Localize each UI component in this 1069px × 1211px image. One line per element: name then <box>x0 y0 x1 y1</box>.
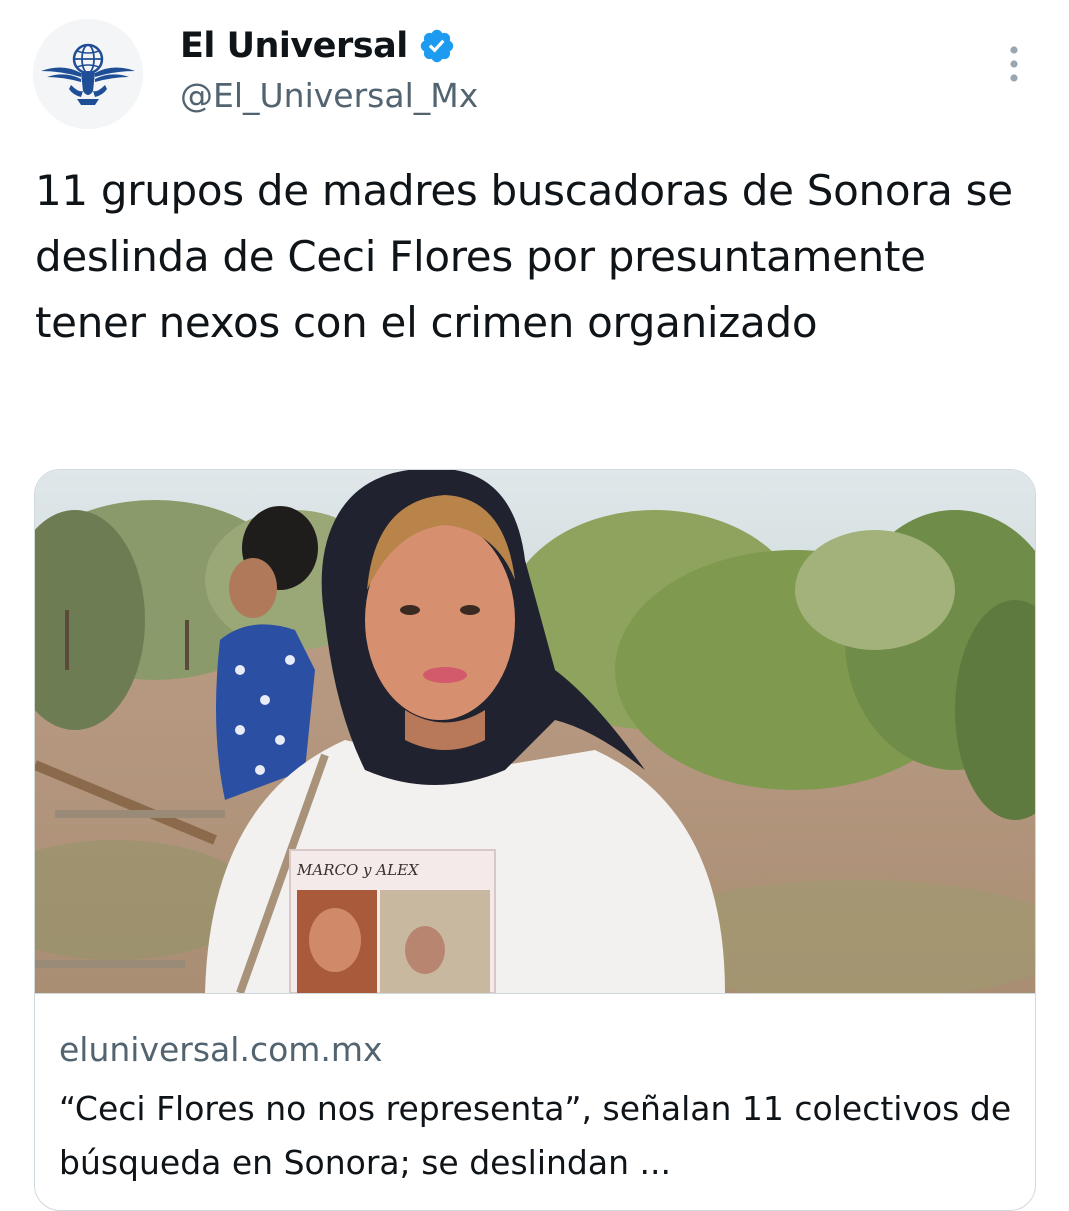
tweet-text: 11 grupos de madres buscadoras de Sonora… <box>35 166 1013 347</box>
author-name-row[interactable]: El Universal <box>180 22 456 70</box>
shirt-print-text: MARCO y ALEX <box>296 861 420 879</box>
more-options-button[interactable] <box>998 40 1030 88</box>
author-display-name[interactable]: El Universal <box>180 26 408 66</box>
more-options-icon <box>1010 46 1018 82</box>
author-handle[interactable]: @El_Universal_Mx <box>180 76 478 115</box>
link-card-image[interactable]: MARCO y ALEX <box>35 470 1035 994</box>
eagle-globe-logo-icon <box>33 19 143 129</box>
link-card[interactable]: MARCO y ALEX eluniversal.com.mx “Ceci Fl… <box>34 469 1036 1211</box>
link-card-title[interactable]: “Ceci Flores no nos representa”, señalan… <box>59 1082 1019 1190</box>
link-card-domain: eluniversal.com.mx <box>59 1030 383 1069</box>
verified-badge-icon <box>418 27 456 65</box>
avatar[interactable] <box>33 19 143 129</box>
